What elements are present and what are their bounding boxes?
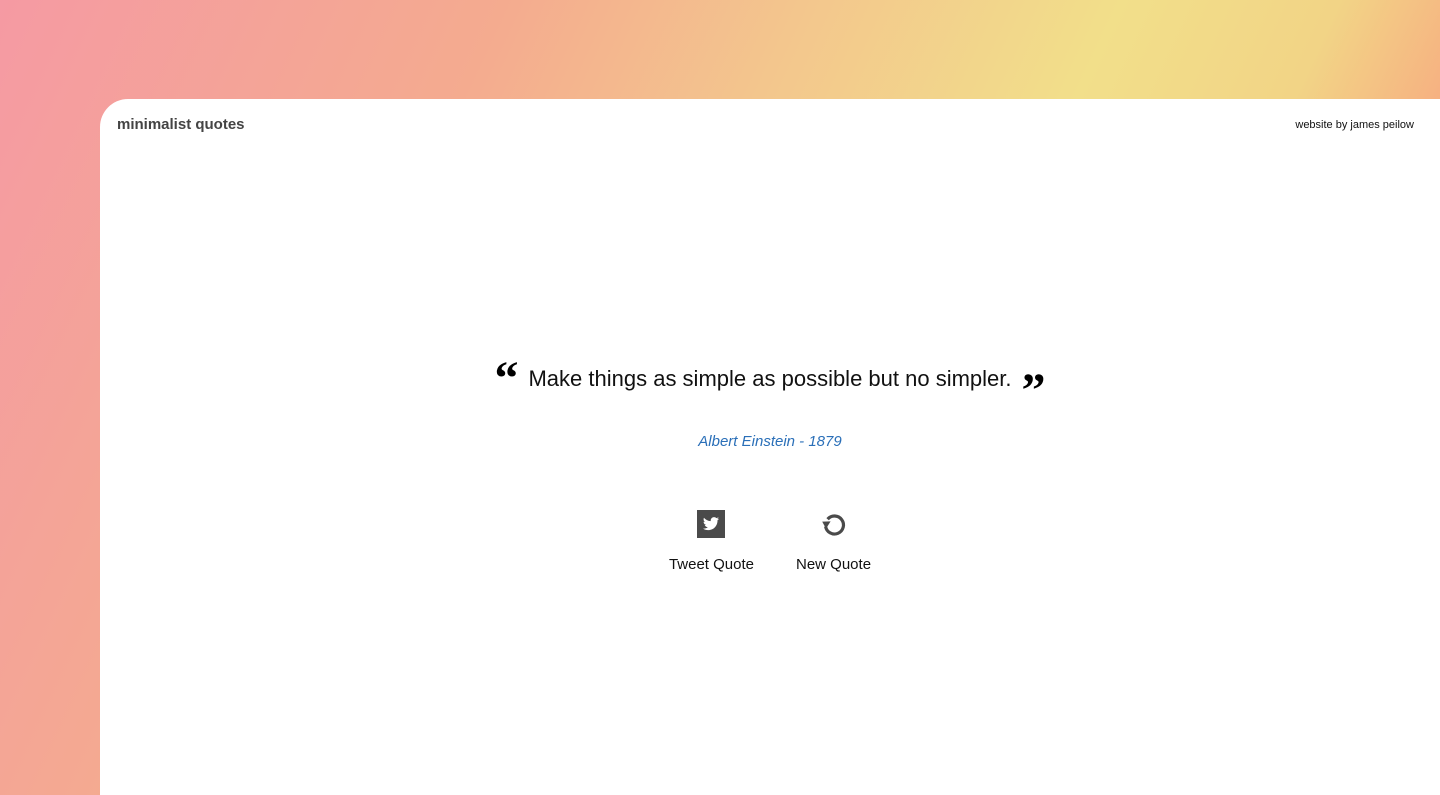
quote-block: “ Make things as simple as possible but n…: [100, 349, 1440, 415]
main-panel: minimalist quotes website by james peilo…: [100, 99, 1440, 795]
new-quote-label: New Quote: [796, 556, 872, 573]
open-quote-icon: “: [494, 352, 519, 405]
action-bar: Tweet Quote New Quote: [100, 509, 1440, 573]
quote-author: Albert Einstein - 1879: [698, 433, 842, 450]
site-credit: website by james peilow: [1295, 119, 1414, 131]
tweet-quote-label: Tweet Quote: [668, 556, 754, 573]
twitter-icon: [696, 509, 726, 539]
tweet-quote-button[interactable]: Tweet Quote: [669, 509, 754, 573]
close-quote-icon: ”: [1021, 364, 1046, 417]
refresh-icon: [819, 509, 849, 539]
quote-text: Make things as simple as possible but no…: [528, 366, 1012, 391]
new-quote-button[interactable]: New Quote: [796, 509, 871, 573]
site-title: minimalist quotes: [117, 116, 245, 133]
